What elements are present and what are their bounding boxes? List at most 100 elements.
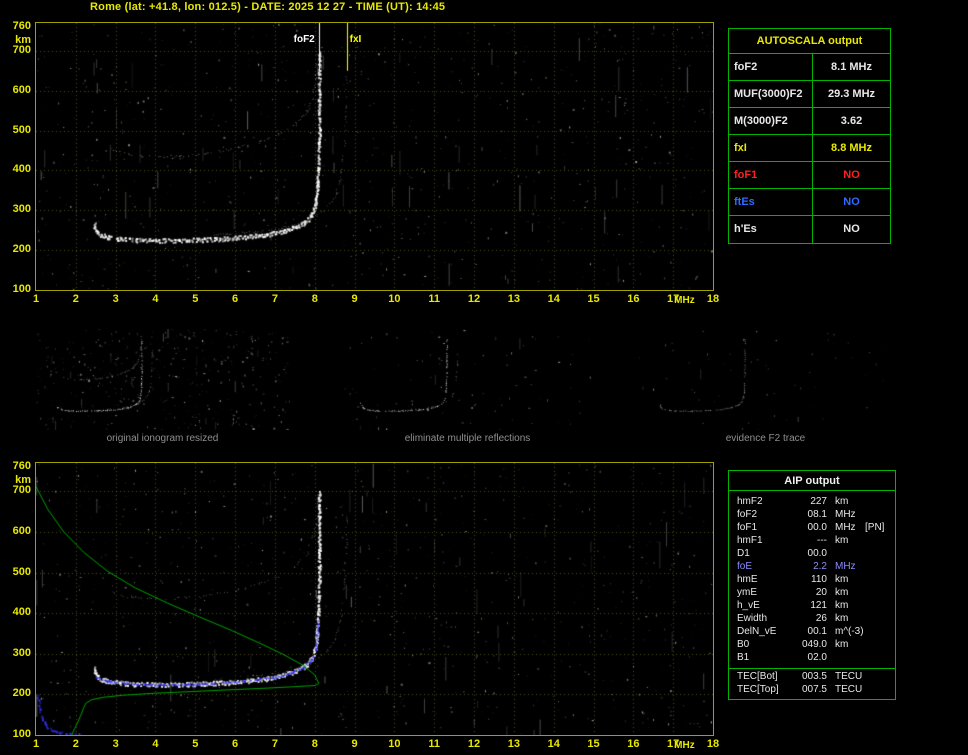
- x-tick-label: 15: [587, 293, 600, 305]
- x-tick-label: 6: [232, 293, 239, 305]
- aip-param-unit: m^(-3): [835, 626, 864, 637]
- autoscala-output-panel: AUTOSCALA output foF2 8.1 MHz MUF(3000)F2 2…: [728, 28, 891, 244]
- autoscala-row-ftEs: ftEs NO: [729, 189, 890, 216]
- aip-row-foF2: foF2 08.1 MHz: [729, 509, 895, 522]
- aip-param-value: 26: [815, 613, 827, 624]
- x-tick-label: 18: [706, 738, 720, 750]
- y-tick-label: 760: [12, 19, 31, 32]
- autoscala-param-value: 29.3 MHz: [827, 88, 876, 100]
- x-tick-label: 11: [428, 293, 441, 305]
- y-tick-label: 700: [12, 484, 31, 497]
- aip-param-value: 003.5: [801, 671, 827, 682]
- y-tick-label: 200: [12, 243, 31, 256]
- aip-param-name: h_vE: [737, 600, 760, 611]
- autoscala-row-foF2: foF2 8.1 MHz: [729, 54, 890, 81]
- aip-param-name: hmF2: [737, 496, 763, 507]
- aip-row-hmF2: hmF2 227 km: [729, 496, 895, 509]
- x-tick-label: 4: [152, 293, 159, 305]
- x-tick-label: 1: [32, 293, 40, 305]
- x-axis-unit-label: MHz: [674, 740, 695, 751]
- x-tick-label: 4: [152, 738, 159, 750]
- autoscala-param-label: ftEs: [729, 189, 813, 215]
- aip-param-name: TEC[Bot]: [737, 671, 778, 682]
- autoscala-row-foF1: foF1 NO: [729, 162, 890, 189]
- y-tick-label: 100: [12, 283, 31, 295]
- x-tick-label: 16: [627, 738, 640, 750]
- x-tick-label: 18: [706, 293, 720, 305]
- foF2-marker-label: foF2: [293, 34, 315, 45]
- aip-param-value: 110: [811, 574, 827, 585]
- aip-row-DelN_vE: DelN_vE 00.1 m^(-3): [729, 626, 895, 639]
- y-tick-label: 500: [12, 123, 31, 136]
- scaled-ionogram-plot: [35, 22, 714, 291]
- aip-row-B1: B1 02.0: [729, 652, 895, 665]
- x-tick-label: 13: [507, 293, 520, 305]
- aip-row-Ewidth: Ewidth 26 km: [729, 613, 895, 626]
- aip-param-value: 02.0: [807, 652, 827, 663]
- y-axis-unit-label: km: [15, 33, 31, 46]
- x-tick-label: 2: [72, 738, 79, 750]
- autoscala-screen: Rome (lat: +41.8, lon: 012.5) - DATE: 20…: [0, 0, 968, 755]
- aip-row-TEC[Bot]: TEC[Bot] 003.5 TECU: [729, 671, 895, 684]
- autoscala-param-label: foF2: [729, 54, 813, 80]
- autoscala-param-value: 8.8 MHz: [831, 142, 872, 154]
- aip-param-unit: TECU: [835, 684, 863, 695]
- autoscala-param-value: NO: [843, 223, 860, 235]
- x-tick-label: 8: [311, 738, 318, 750]
- autoscala-param-value: 8.1 MHz: [831, 61, 872, 73]
- aip-param-unit: MHz: [835, 509, 856, 520]
- aip-param-unit: km: [835, 587, 849, 598]
- aip-param-value: 2.2: [813, 561, 827, 572]
- thumbnail-cleaned-ionogram: [340, 329, 595, 430]
- aip-param-unit: km: [835, 639, 849, 650]
- x-tick-label: 14: [547, 738, 560, 750]
- x-tick-label: 14: [547, 293, 560, 305]
- autoscala-param-value: NO: [843, 169, 860, 181]
- aip-param-value: 20: [815, 587, 827, 598]
- x-tick-label: 3: [112, 293, 119, 305]
- y-tick-label: 300: [12, 203, 31, 216]
- aip-param-value: 00.0: [807, 522, 827, 533]
- aip-row-D1: D1 00.0: [729, 548, 895, 561]
- y-tick-label: 100: [12, 728, 31, 740]
- aip-param-name: foF2: [737, 509, 758, 520]
- aip-param-name: Ewidth: [737, 613, 768, 624]
- x-tick-label: 5: [192, 738, 199, 750]
- x-tick-label: 9: [351, 738, 358, 750]
- autoscala-param-label: fxI: [729, 135, 813, 161]
- aip-param-name: ymE: [737, 587, 757, 598]
- x-tick-label: 6: [232, 738, 239, 750]
- thumbnail-caption-f2trace: evidence F2 trace: [725, 433, 806, 444]
- station-date-title: Rome (lat: +41.8, lon: 012.5) - DATE: 20…: [90, 1, 446, 13]
- y-axis-unit-label: km: [15, 474, 31, 487]
- y-tick-label: 400: [12, 606, 31, 619]
- x-tick-label: 7: [271, 738, 278, 750]
- aip-tec-list: TEC[Bot] 003.5 TECU TEC[Top] 007.5 TECU: [729, 671, 895, 697]
- x-tick-label: 10: [388, 293, 401, 305]
- aip-param-unit: km: [835, 600, 849, 611]
- aip-row-ymE: ymE 20 km: [729, 587, 895, 600]
- autoscala-param-label: M(3000)F2: [729, 108, 813, 134]
- fxI-marker-label: fxI: [349, 34, 362, 45]
- aip-param-name: B1: [737, 652, 750, 663]
- y-tick-label: 600: [12, 83, 31, 96]
- aip-row-B0: B0 049.0 km: [729, 639, 895, 652]
- aip-row-foE: foE 2.2 MHz: [729, 561, 895, 574]
- aip-param-value: 227: [810, 496, 827, 507]
- x-tick-label: 12: [467, 738, 481, 750]
- aip-param-unit: km: [835, 535, 849, 546]
- autoscala-table: foF2 8.1 MHz MUF(3000)F2 29.3 MHz M(3000)F2 3…: [729, 54, 890, 243]
- aip-param-unit: km: [835, 496, 849, 507]
- aip-param-value: ---: [817, 535, 827, 546]
- aip-param-name: TEC[Top]: [737, 684, 779, 695]
- autoscala-param-value: NO: [843, 196, 860, 208]
- aip-param-note: [PN]: [865, 522, 885, 533]
- aip-param-unit: TECU: [835, 671, 863, 682]
- autoscala-row-M(3000)F2: M(3000)F2 3.62: [729, 108, 890, 135]
- x-tick-label: 1: [32, 738, 40, 750]
- aip-param-name: B0: [737, 639, 750, 650]
- x-tick-label: 5: [192, 293, 199, 305]
- aip-param-value: 08.1: [807, 509, 827, 520]
- autoscala-param-value: 3.62: [840, 115, 863, 127]
- aip-param-value: 00.0: [807, 548, 827, 559]
